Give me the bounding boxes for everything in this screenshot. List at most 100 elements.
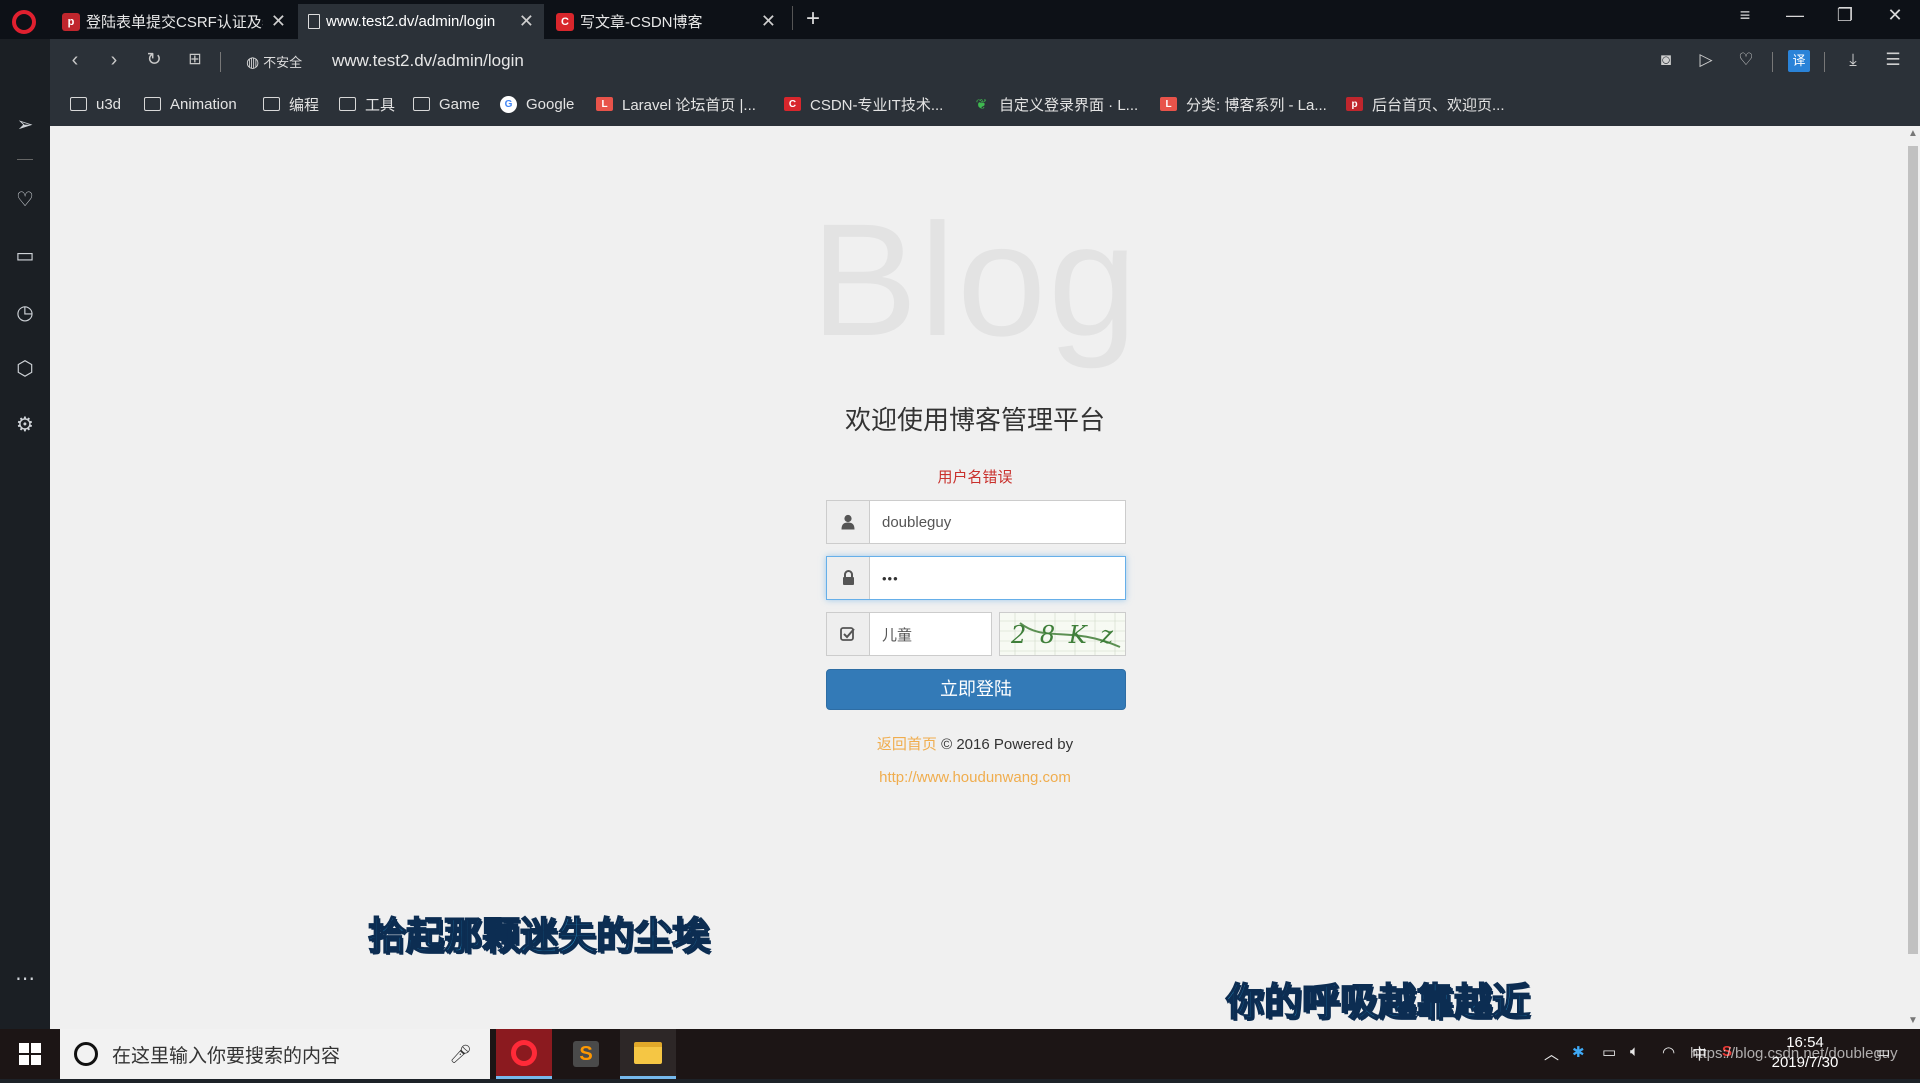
username-group: doubleguy bbox=[826, 500, 1126, 544]
search-placeholder: 在这里输入你要搜索的内容 bbox=[112, 1045, 341, 1067]
bookmark-item[interactable]: p 后台首页、欢迎页... bbox=[1346, 92, 1505, 116]
bookmark-label: 自定义登录界面 · L... bbox=[999, 96, 1139, 114]
reload-icon[interactable]: ↻ bbox=[141, 49, 167, 70]
translate-button[interactable]: 译 bbox=[1788, 50, 1810, 72]
scrollbar-thumb[interactable] bbox=[1908, 146, 1918, 954]
bookmark-label: CSDN-专业IT技术... bbox=[810, 96, 944, 114]
password-input[interactable]: ••• bbox=[870, 557, 1125, 599]
restore-icon[interactable]: ❐ bbox=[1822, 5, 1868, 26]
csdn-icon: C bbox=[556, 12, 574, 31]
tab-csrf-article[interactable]: p 登陆表单提交CSRF认证及表 ✕ bbox=[52, 4, 296, 39]
close-icon[interactable]: ✕ bbox=[519, 11, 534, 32]
new-tab-icon[interactable]: + bbox=[798, 4, 828, 34]
bluetooth-icon[interactable]: ✱ bbox=[1572, 1043, 1585, 1061]
opera-menu-icon[interactable] bbox=[12, 10, 36, 34]
tab-admin-login[interactable]: www.test2.dv/admin/login ✕ bbox=[298, 4, 544, 39]
folder-icon bbox=[144, 97, 161, 111]
taskbar-sublime[interactable]: S bbox=[558, 1029, 614, 1079]
forward-icon[interactable]: › bbox=[101, 49, 127, 72]
wifi-icon[interactable]: ◠ bbox=[1662, 1043, 1675, 1061]
folder-explorer-icon bbox=[634, 1041, 662, 1064]
bookmark-label: Laravel 论坛首页 |... bbox=[622, 96, 756, 114]
volume-icon[interactable]: 🔈︎ bbox=[1630, 1043, 1639, 1060]
opera-icon bbox=[511, 1039, 537, 1066]
close-icon[interactable]: ✕ bbox=[761, 11, 776, 32]
lyric-line-2: 你的呼吸越靠越近 bbox=[1225, 981, 1531, 1025]
notifications-icon[interactable]: ▭ bbox=[1876, 1043, 1890, 1061]
powered-by-link[interactable]: http://www.houdunwang.com bbox=[800, 769, 1150, 786]
send-icon[interactable]: ➢ bbox=[10, 110, 40, 140]
bookmark-label: 工具 bbox=[365, 96, 396, 114]
url-field[interactable]: www.test2.dv/admin/login bbox=[332, 51, 524, 71]
snapshot-icon[interactable]: ◙ bbox=[1653, 50, 1679, 70]
captcha-group: 儿童 bbox=[826, 612, 992, 656]
heart-icon[interactable]: ♡ bbox=[10, 185, 40, 215]
taskbar-explorer[interactable] bbox=[620, 1029, 676, 1079]
speed-dial-icon[interactable]: ⊞ bbox=[182, 49, 208, 69]
bookmark-item[interactable]: Animation bbox=[144, 92, 237, 116]
sidebar-divider bbox=[17, 159, 33, 160]
folder-icon bbox=[263, 97, 280, 111]
bookmark-item[interactable]: G Google bbox=[500, 92, 574, 116]
captcha-text: 2 8 K z bbox=[1011, 621, 1116, 649]
sublime-icon: S bbox=[573, 1041, 599, 1067]
laravel-icon: L bbox=[596, 97, 613, 111]
bookmark-item[interactable]: 工具 bbox=[339, 92, 395, 116]
taskbar-search[interactable]: 在这里输入你要搜索的内容 🎤︎ bbox=[60, 1029, 490, 1079]
check-square-icon bbox=[827, 613, 870, 655]
folder-icon bbox=[413, 97, 430, 111]
windows-start-icon[interactable] bbox=[0, 1029, 60, 1079]
addr-divider bbox=[1824, 52, 1825, 72]
back-icon[interactable]: ‹ bbox=[62, 49, 88, 72]
page-icon bbox=[308, 14, 320, 29]
tab-divider bbox=[792, 6, 793, 30]
scroll-up-icon[interactable]: ▲ bbox=[1906, 128, 1920, 139]
bookmark-item[interactable]: ❦ 自定义登录界面 · L... bbox=[973, 92, 1139, 116]
taskbar-opera[interactable] bbox=[496, 1029, 552, 1079]
clock[interactable]: 16:54 2019/7/30 bbox=[1760, 1033, 1850, 1073]
php-icon: p bbox=[62, 12, 80, 31]
tab-title: 登陆表单提交CSRF认证及表 bbox=[86, 14, 263, 31]
google-icon: G bbox=[500, 95, 517, 113]
bookmark-item[interactable]: L Laravel 论坛首页 |... bbox=[596, 92, 756, 116]
more-icon[interactable]: ⋯ bbox=[10, 964, 40, 994]
bookmark-item[interactable]: C CSDN-专业IT技术... bbox=[784, 92, 943, 116]
username-input[interactable]: doubleguy bbox=[870, 501, 1125, 543]
error-message: 用户名错误 bbox=[937, 469, 1013, 486]
tab-menu-icon[interactable]: ≡ bbox=[1722, 5, 1768, 26]
login-button[interactable]: 立即登陆 bbox=[826, 669, 1126, 710]
lyric-line-1: 拾起那颗迷失的尘埃 bbox=[367, 915, 711, 959]
addr-divider bbox=[1772, 52, 1773, 72]
captcha-input[interactable]: 儿童 bbox=[870, 613, 991, 655]
bookmark-item[interactable]: 编程 bbox=[263, 92, 319, 116]
battery-icon[interactable]: ▭ bbox=[1602, 1043, 1616, 1061]
tab-csdn-write[interactable]: C 写文章-CSDN博客 ✕ bbox=[546, 4, 786, 39]
bookmark-label: Game bbox=[439, 95, 480, 113]
captcha-image[interactable]: 2 8 K z bbox=[999, 612, 1126, 656]
scroll-down-icon[interactable]: ▼ bbox=[1906, 1015, 1920, 1026]
settings-icon[interactable]: ⚙ bbox=[10, 410, 40, 440]
microphone-icon[interactable]: 🎤︎ bbox=[449, 1044, 472, 1065]
minimize-icon[interactable]: — bbox=[1772, 5, 1818, 26]
csdn-icon: C bbox=[784, 97, 801, 111]
easy-setup-icon[interactable]: ☰ bbox=[1880, 50, 1906, 70]
extensions-icon[interactable]: ⬡ bbox=[10, 354, 40, 384]
tabs-icon[interactable]: ▭ bbox=[10, 241, 40, 271]
close-window-icon[interactable]: ✕ bbox=[1872, 5, 1918, 26]
security-indicator[interactable]: ◍ 不安全 bbox=[246, 52, 302, 71]
bookmark-item[interactable]: Game bbox=[413, 92, 480, 116]
close-icon[interactable]: ✕ bbox=[271, 11, 286, 32]
show-hidden-icons[interactable]: ︿ bbox=[1544, 1043, 1559, 1064]
bookmark-label: u3d bbox=[96, 95, 122, 113]
bookmark-item[interactable]: u3d bbox=[70, 92, 121, 116]
bookmark-label: Google bbox=[526, 95, 575, 113]
cortana-icon bbox=[74, 1042, 98, 1066]
bookmark-item[interactable]: L 分类: 博客系列 - La... bbox=[1160, 92, 1327, 116]
home-link[interactable]: 返回首页 bbox=[877, 736, 937, 753]
bookmark-heart-icon[interactable]: ♡ bbox=[1733, 50, 1759, 70]
flow-icon[interactable]: ▷ bbox=[1693, 50, 1719, 70]
history-icon[interactable]: ◷ bbox=[10, 298, 40, 328]
clock-time: 16:54 bbox=[1786, 1034, 1824, 1051]
user-icon bbox=[827, 501, 870, 543]
download-icon[interactable]: ⤓ bbox=[1840, 50, 1866, 70]
